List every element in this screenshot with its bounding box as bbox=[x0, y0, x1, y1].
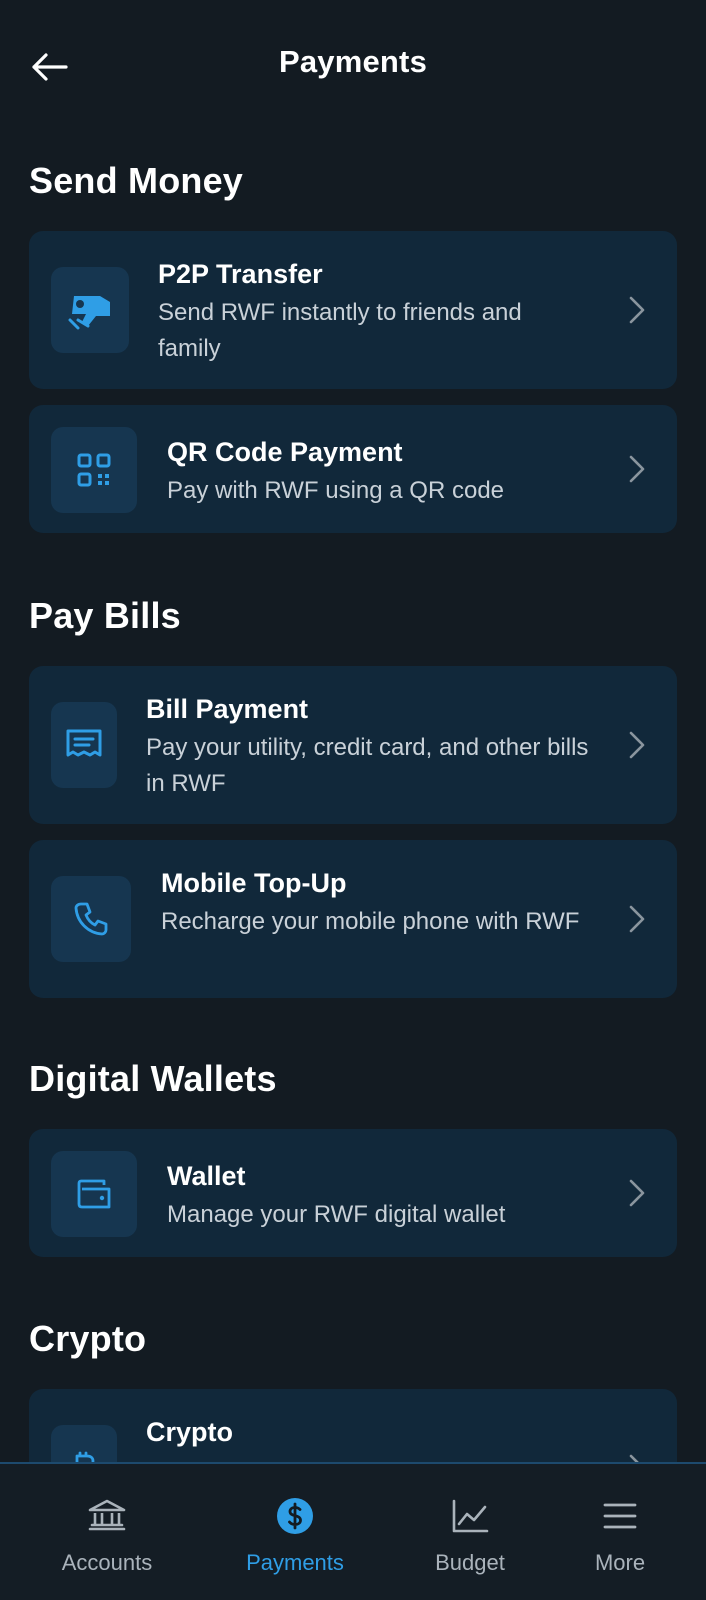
chevron-right-icon bbox=[625, 1177, 649, 1209]
menu-icon bbox=[600, 1496, 640, 1536]
bank-icon bbox=[87, 1496, 127, 1536]
p2p-transfer-card[interactable]: P2P Transfer Send RWF instantly to frien… bbox=[29, 231, 677, 389]
hand-money-icon bbox=[68, 296, 110, 330]
card-title: P2P Transfer bbox=[158, 259, 323, 289]
icon-box bbox=[51, 427, 137, 513]
nav-label: Payments bbox=[246, 1550, 344, 1575]
bill-payment-card[interactable]: Bill Payment Pay your utility, credit ca… bbox=[29, 666, 677, 824]
chevron-right-icon bbox=[625, 294, 649, 326]
section-title-pay-bills: Pay Bills bbox=[29, 595, 181, 636]
card-title: Crypto bbox=[146, 1417, 233, 1447]
payments-screen: Payments Send Money P2P Transfer Send RW… bbox=[0, 0, 706, 1600]
payments-content[interactable]: Send Money P2P Transfer Send RWF instant… bbox=[0, 130, 706, 1462]
card-title: Mobile Top-Up bbox=[161, 868, 347, 898]
crypto-card[interactable]: Crypto bbox=[29, 1389, 677, 1462]
bitcoin-icon bbox=[75, 1451, 95, 1462]
section-title-send-money: Send Money bbox=[29, 160, 244, 201]
nav-more[interactable]: More bbox=[540, 1464, 700, 1600]
card-description: Manage your RWF digital wallet bbox=[167, 1201, 506, 1228]
section-title-digital-wallets: Digital Wallets bbox=[29, 1058, 277, 1099]
card-description: Send RWF instantly to friends and family bbox=[158, 299, 522, 362]
chevron-right-icon bbox=[625, 729, 649, 761]
icon-box bbox=[51, 876, 131, 962]
nav-budget[interactable]: Budget bbox=[390, 1464, 550, 1600]
mobile-top-up-card[interactable]: Mobile Top-Up Recharge your mobile phone… bbox=[29, 840, 677, 998]
card-description: Pay your utility, credit card, and other… bbox=[146, 734, 589, 797]
card-title: QR Code Payment bbox=[167, 437, 403, 467]
top-bar: Payments bbox=[0, 0, 706, 130]
page-title: Payments bbox=[278, 44, 428, 79]
phone-icon bbox=[74, 902, 108, 936]
dollar-circle-icon bbox=[275, 1496, 315, 1536]
card-description: Recharge your mobile phone with RWF bbox=[161, 908, 580, 935]
chart-icon bbox=[450, 1496, 490, 1536]
nav-label: More bbox=[594, 1550, 646, 1575]
wallet-icon bbox=[77, 1179, 111, 1209]
receipt-icon bbox=[66, 729, 102, 757]
icon-box bbox=[51, 1151, 137, 1237]
nav-label: Budget bbox=[435, 1550, 505, 1575]
wallet-card[interactable]: Wallet Manage your RWF digital wallet bbox=[29, 1129, 677, 1257]
chevron-right-icon bbox=[625, 1452, 649, 1462]
chevron-right-icon bbox=[625, 453, 649, 485]
card-title: Wallet bbox=[167, 1161, 246, 1191]
chevron-right-icon bbox=[625, 903, 649, 935]
section-title-crypto: Crypto bbox=[29, 1318, 147, 1359]
qr-code-icon bbox=[77, 453, 111, 487]
nav-label: Accounts bbox=[61, 1550, 153, 1575]
icon-box bbox=[51, 1425, 117, 1462]
card-description: Pay with RWF using a QR code bbox=[167, 477, 505, 504]
card-title: Bill Payment bbox=[146, 694, 309, 724]
icon-box bbox=[51, 702, 117, 788]
nav-accounts[interactable]: Accounts bbox=[27, 1464, 187, 1600]
nav-payments[interactable]: Payments bbox=[215, 1464, 375, 1600]
icon-box bbox=[51, 267, 129, 353]
qr-code-payment-card[interactable]: QR Code Payment Pay with RWF using a QR … bbox=[29, 405, 677, 533]
bottom-navigation: Accounts Payments Budget More bbox=[0, 1462, 706, 1600]
